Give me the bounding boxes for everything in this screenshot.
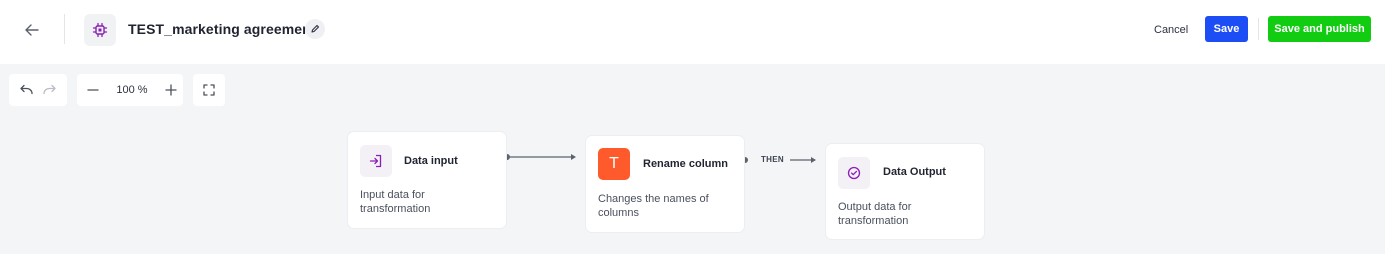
node-data-output[interactable]: Data Output Output data for transformati… xyxy=(825,143,985,240)
zoom-level: 100 % xyxy=(116,84,148,96)
check-circle-icon xyxy=(838,157,870,189)
text-t-icon: T xyxy=(598,148,630,180)
text-t-glyph: T xyxy=(609,155,619,172)
processor-icon xyxy=(84,14,116,46)
node-description: Output data for transformation xyxy=(838,201,912,227)
zoom-controls: 100 % xyxy=(77,74,183,106)
node-description: Changes the names of columns xyxy=(598,193,709,219)
undo-button[interactable] xyxy=(14,78,38,102)
save-button[interactable]: Save xyxy=(1205,16,1248,42)
zoom-out-button[interactable] xyxy=(81,78,104,102)
top-bar: TEST_marketing agreement Cancel Save Sav… xyxy=(0,0,1385,64)
node-rename-column[interactable]: T Rename column Changes the names of col… xyxy=(585,135,745,233)
edge-arrowhead xyxy=(571,154,576,160)
pencil-icon xyxy=(311,24,320,33)
node-title: Data Output xyxy=(883,166,946,178)
zoom-in-button[interactable] xyxy=(160,78,183,102)
back-button[interactable] xyxy=(18,16,46,44)
minus-icon xyxy=(86,89,99,91)
node-data-input[interactable]: Data input Input data for transformation xyxy=(347,131,507,229)
node-description: Input data for transformation xyxy=(360,189,431,215)
edge-label-then: THEN xyxy=(761,155,784,164)
header-divider-right xyxy=(1258,18,1259,40)
node-title: Rename column xyxy=(643,158,728,170)
edit-title-button[interactable] xyxy=(305,19,325,39)
node-title: Data input xyxy=(404,155,458,167)
redo-icon xyxy=(43,84,56,95)
arrow-left-icon xyxy=(25,24,39,36)
history-controls xyxy=(9,74,67,106)
expand-icon xyxy=(203,84,215,96)
header-divider xyxy=(64,14,65,44)
save-and-publish-button[interactable]: Save and publish xyxy=(1268,16,1371,42)
edge-arrowhead xyxy=(811,157,816,163)
plus-icon xyxy=(165,84,178,96)
undo-icon xyxy=(20,84,33,95)
page-title: TEST_marketing agreement xyxy=(128,21,316,37)
fullscreen-button[interactable] xyxy=(197,78,221,102)
redo-button[interactable] xyxy=(38,78,62,102)
cancel-button[interactable]: Cancel xyxy=(1146,17,1196,43)
import-icon xyxy=(360,145,392,177)
fullscreen-controls xyxy=(193,74,225,106)
